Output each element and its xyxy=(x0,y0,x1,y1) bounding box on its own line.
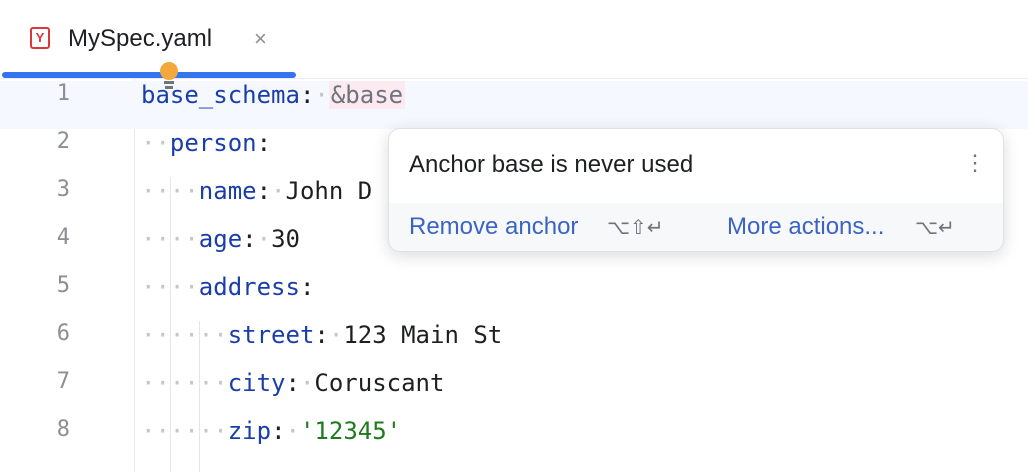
code-text: ······zip:·'12345' xyxy=(141,417,402,445)
yaml-key: address xyxy=(198,273,300,301)
code-text: ······street:·123 Main St xyxy=(141,321,503,349)
lightbulb-glass xyxy=(160,62,178,80)
line-number: 7 xyxy=(56,369,70,394)
yaml-key: street xyxy=(227,321,315,349)
code-text: ······city:·Coruscant xyxy=(141,369,445,397)
line-number: 3 xyxy=(56,177,70,202)
yaml-value: John D xyxy=(285,177,373,205)
inspection-message: Anchor base is never used xyxy=(409,151,694,178)
line-number: 5 xyxy=(56,273,70,298)
code-line[interactable]: 5 ····address: xyxy=(0,273,1028,321)
lightbulb-base xyxy=(164,81,174,84)
active-tab-indicator xyxy=(2,72,296,78)
popup-actions-bar: Remove anchor ⌥⇧↵ More actions... ⌥↵ xyxy=(389,203,1003,251)
yaml-string-value: '12345' xyxy=(299,417,402,445)
more-options-icon[interactable]: ⋮ xyxy=(964,147,986,179)
yaml-key: city xyxy=(227,369,286,397)
code-line[interactable]: 8 ······zip:·'12345' xyxy=(0,417,1028,465)
code-line[interactable]: 6 ······street:·123 Main St xyxy=(0,321,1028,369)
editor-tab-bar: Y MySpec.yaml × xyxy=(0,0,1028,79)
remove-anchor-shortcut: ⌥⇧↵ xyxy=(607,215,664,239)
yaml-key: age xyxy=(198,225,243,253)
close-icon[interactable]: × xyxy=(254,26,267,52)
yaml-file-icon: Y xyxy=(30,27,50,49)
lightbulb-icon[interactable] xyxy=(157,62,181,92)
line-number: 4 xyxy=(56,225,70,250)
yaml-key: person xyxy=(169,129,257,157)
yaml-value: Coruscant xyxy=(314,369,445,397)
code-text: ····address: xyxy=(141,273,315,301)
inspection-popup: Anchor base is never used ⋮ Remove ancho… xyxy=(388,128,1004,252)
lightbulb-base xyxy=(165,86,173,89)
tab-title: MySpec.yaml xyxy=(68,25,213,52)
more-actions-link[interactable]: More actions... xyxy=(727,211,884,243)
indent-guide xyxy=(199,321,200,472)
code-text: ··person: xyxy=(141,129,272,157)
tab-myspec-yaml[interactable]: Y MySpec.yaml × xyxy=(0,0,298,78)
yaml-key: zip xyxy=(227,417,272,445)
yaml-value: 123 Main St xyxy=(343,321,503,349)
line-number: 1 xyxy=(56,81,70,106)
more-actions-shortcut: ⌥↵ xyxy=(915,215,955,239)
line-number: 6 xyxy=(56,321,70,346)
code-line[interactable]: 7 ······city:·Coruscant xyxy=(0,369,1028,417)
line-number: 8 xyxy=(56,417,70,442)
yaml-value: 30 xyxy=(271,225,300,253)
code-line[interactable]: 1 base_schema:·&base xyxy=(0,81,1028,129)
line-number: 2 xyxy=(56,129,70,154)
code-text: ····name:·John D xyxy=(141,177,373,205)
indent-guide xyxy=(170,177,171,472)
yaml-key: name xyxy=(198,177,257,205)
remove-anchor-action[interactable]: Remove anchor xyxy=(409,211,578,243)
code-text: ····age:·30 xyxy=(141,225,300,253)
unused-anchor[interactable]: &base xyxy=(328,81,406,109)
